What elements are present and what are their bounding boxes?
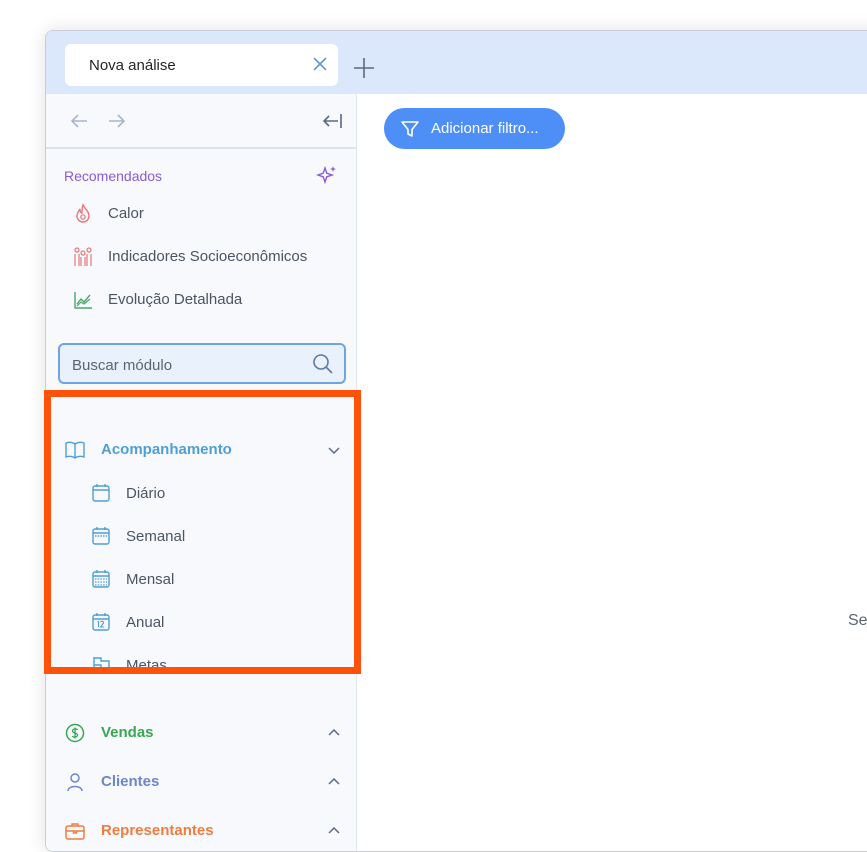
briefcase-icon bbox=[65, 823, 85, 840]
group-acompanhamento[interactable]: Acompanhamento bbox=[64, 437, 346, 463]
chevron-up-icon[interactable] bbox=[326, 774, 342, 790]
sub-item-mensal[interactable]: Mensal bbox=[90, 566, 340, 592]
search-icon[interactable] bbox=[312, 353, 334, 375]
recommended-item-evolucao[interactable]: Evolução Detalhada bbox=[72, 288, 342, 312]
sparkle-icon[interactable] bbox=[316, 164, 338, 186]
search-input[interactable] bbox=[70, 354, 314, 376]
calendar-week-icon bbox=[92, 527, 110, 545]
recommended-item-label: Calor bbox=[108, 205, 144, 222]
chevron-up-icon[interactable] bbox=[326, 725, 342, 741]
line-chart-icon bbox=[74, 292, 92, 309]
calendar-year-icon bbox=[92, 613, 110, 631]
recommended-item-label: Evolução Detalhada bbox=[108, 291, 243, 308]
sub-item-label: Metas bbox=[126, 657, 167, 674]
collapse-sidebar-icon[interactable] bbox=[321, 110, 343, 132]
filter-icon bbox=[401, 121, 419, 137]
arrow-right-icon[interactable] bbox=[106, 110, 128, 132]
main-placeholder-text: Se bbox=[848, 612, 867, 629]
search-box bbox=[58, 343, 346, 384]
sub-item-label: Diário bbox=[126, 485, 166, 502]
close-icon[interactable] bbox=[312, 56, 328, 72]
sub-item-metas[interactable]: Metas bbox=[90, 652, 340, 678]
recommended-item-calor[interactable]: Calor bbox=[72, 202, 342, 226]
flag-icon bbox=[93, 657, 110, 674]
group-clientes[interactable]: Clientes bbox=[64, 769, 346, 795]
user-icon bbox=[67, 773, 83, 792]
sidebar-nav-row bbox=[46, 94, 356, 149]
chevron-up-icon[interactable] bbox=[326, 823, 342, 839]
sidebar: Recomendados Calor Indicadores Socioecon… bbox=[46, 94, 357, 851]
group-label: Vendas bbox=[101, 724, 154, 741]
recommended-item-label: Indicadores Socioeconômicos bbox=[108, 248, 308, 265]
sub-item-label: Mensal bbox=[126, 571, 175, 588]
group-label: Representantes bbox=[101, 822, 214, 839]
group-label: Acompanhamento bbox=[101, 441, 232, 458]
app-window: Nova análise Recomendados Calor Indicado… bbox=[45, 30, 867, 852]
dollar-circle-icon bbox=[65, 723, 85, 743]
chevron-down-icon[interactable] bbox=[326, 442, 342, 458]
tab-nova-analise[interactable]: Nova análise bbox=[65, 44, 338, 86]
book-icon bbox=[65, 441, 85, 459]
recommended-item-indicadores[interactable]: Indicadores Socioeconômicos bbox=[72, 245, 342, 269]
calendar-day-icon bbox=[92, 484, 110, 502]
calendar-month-icon bbox=[92, 570, 110, 588]
sub-item-semanal[interactable]: Semanal bbox=[90, 523, 340, 549]
tab-title: Nova análise bbox=[89, 57, 176, 74]
tab-bar: Nova análise bbox=[46, 31, 867, 94]
add-filter-button[interactable]: Adicionar filtro... bbox=[384, 108, 565, 149]
sub-item-anual[interactable]: Anual bbox=[90, 609, 340, 635]
group-label: Clientes bbox=[101, 773, 160, 790]
fire-icon bbox=[76, 203, 90, 223]
people-icon bbox=[74, 247, 92, 266]
group-vendas[interactable]: Vendas bbox=[64, 720, 346, 746]
group-representantes[interactable]: Representantes bbox=[64, 818, 346, 844]
recommended-title: Recomendados bbox=[64, 168, 163, 184]
new-tab-plus-icon[interactable] bbox=[352, 56, 376, 80]
sub-item-label: Anual bbox=[126, 614, 165, 631]
sub-item-diario[interactable]: Diário bbox=[90, 480, 340, 506]
sub-item-label: Semanal bbox=[126, 528, 186, 545]
arrow-left-icon[interactable] bbox=[68, 110, 90, 132]
add-filter-label: Adicionar filtro... bbox=[431, 120, 539, 137]
